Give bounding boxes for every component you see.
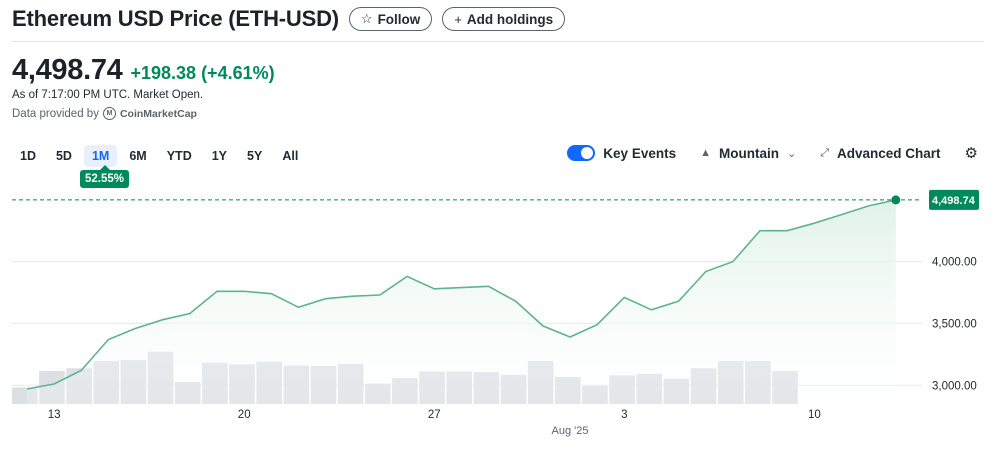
add-holdings-button[interactable]: + Add holdings xyxy=(442,7,566,31)
key-events-toggle[interactable]: Key Events xyxy=(567,145,676,161)
range-1d[interactable]: 1D xyxy=(12,145,44,167)
range-ytd[interactable]: YTD xyxy=(159,145,200,167)
current-price: 4,498.74 xyxy=(12,54,123,86)
follow-button[interactable]: ☆ Follow xyxy=(348,7,433,31)
range-1m[interactable]: 1M xyxy=(83,145,118,167)
chart-type-label: Mountain xyxy=(718,145,779,161)
range-selector: 1D 5D 1M 6M YTD 1Y 5Y All xyxy=(12,145,310,167)
gear-icon[interactable]: ⚙ xyxy=(965,144,978,162)
range-5d[interactable]: 5D xyxy=(48,145,80,167)
chevron-down-icon: ⌄ xyxy=(786,147,797,160)
data-provider: Data provided by M CoinMarketCap xyxy=(12,107,197,120)
star-outline-icon: ☆ xyxy=(360,11,373,26)
x-tick-label: 10 xyxy=(808,409,821,421)
plus-icon: + xyxy=(454,11,462,27)
coinmarketcap-logo-icon: M xyxy=(102,107,116,120)
chart-type-dropdown[interactable]: ▲ Mountain ⌄ xyxy=(700,146,796,161)
range-5y[interactable]: 5Y xyxy=(239,145,270,167)
key-events-label: Key Events xyxy=(603,145,677,161)
chart-controls: Key Events ▲ Mountain ⌄ ⤢ Advanced Chart… xyxy=(567,144,978,162)
last-value-label: 4,498.74 xyxy=(932,195,976,207)
advanced-chart-link[interactable]: ⤢ Advanced Chart xyxy=(820,146,940,161)
toggle-switch[interactable] xyxy=(567,145,596,161)
follow-label: Follow xyxy=(377,11,421,27)
advanced-chart-label: Advanced Chart xyxy=(837,145,941,161)
x-tick-label: 3 xyxy=(621,409,627,421)
header-divider xyxy=(12,41,984,42)
y-tick-label: 3,500.00 xyxy=(932,318,977,330)
y-tick-label: 4,000.00 xyxy=(932,257,977,269)
x-tick-label: Aug '25 xyxy=(552,425,589,437)
price-chart[interactable]: 3,000.00 3,500.00 4,000.00 4,498.74 13 20 27 Au… xyxy=(0,180,1000,453)
range-1y[interactable]: 1Y xyxy=(204,145,235,167)
x-tick-label: 13 xyxy=(48,409,61,421)
y-tick-label: 3,000.00 xyxy=(932,380,977,392)
add-holdings-label: Add holdings xyxy=(466,11,554,27)
mountain-icon: ▲ xyxy=(700,147,711,159)
quote-row: 4,498.74 +198.38 (+4.61%) xyxy=(12,54,275,87)
last-point xyxy=(891,195,901,205)
toggle-knob xyxy=(581,147,594,159)
range-6m[interactable]: 6M xyxy=(121,145,154,167)
as-of-text: As of 7:17:00 PM UTC. Market Open. xyxy=(12,89,204,101)
expand-arrows-icon: ⤢ xyxy=(820,146,830,159)
x-tick-label: 27 xyxy=(428,409,441,421)
provider-name: CoinMarketCap xyxy=(119,107,197,120)
price-change: +198.38 (+4.61%) xyxy=(130,63,275,83)
provided-by-text: Data provided by xyxy=(12,107,99,120)
page-title: Ethereum USD Price (ETH-USD) xyxy=(12,6,339,31)
range-all[interactable]: All xyxy=(274,145,306,167)
x-tick-label: 20 xyxy=(238,409,251,421)
page-header: Ethereum USD Price (ETH-USD) ☆ Follow + … xyxy=(12,6,566,32)
